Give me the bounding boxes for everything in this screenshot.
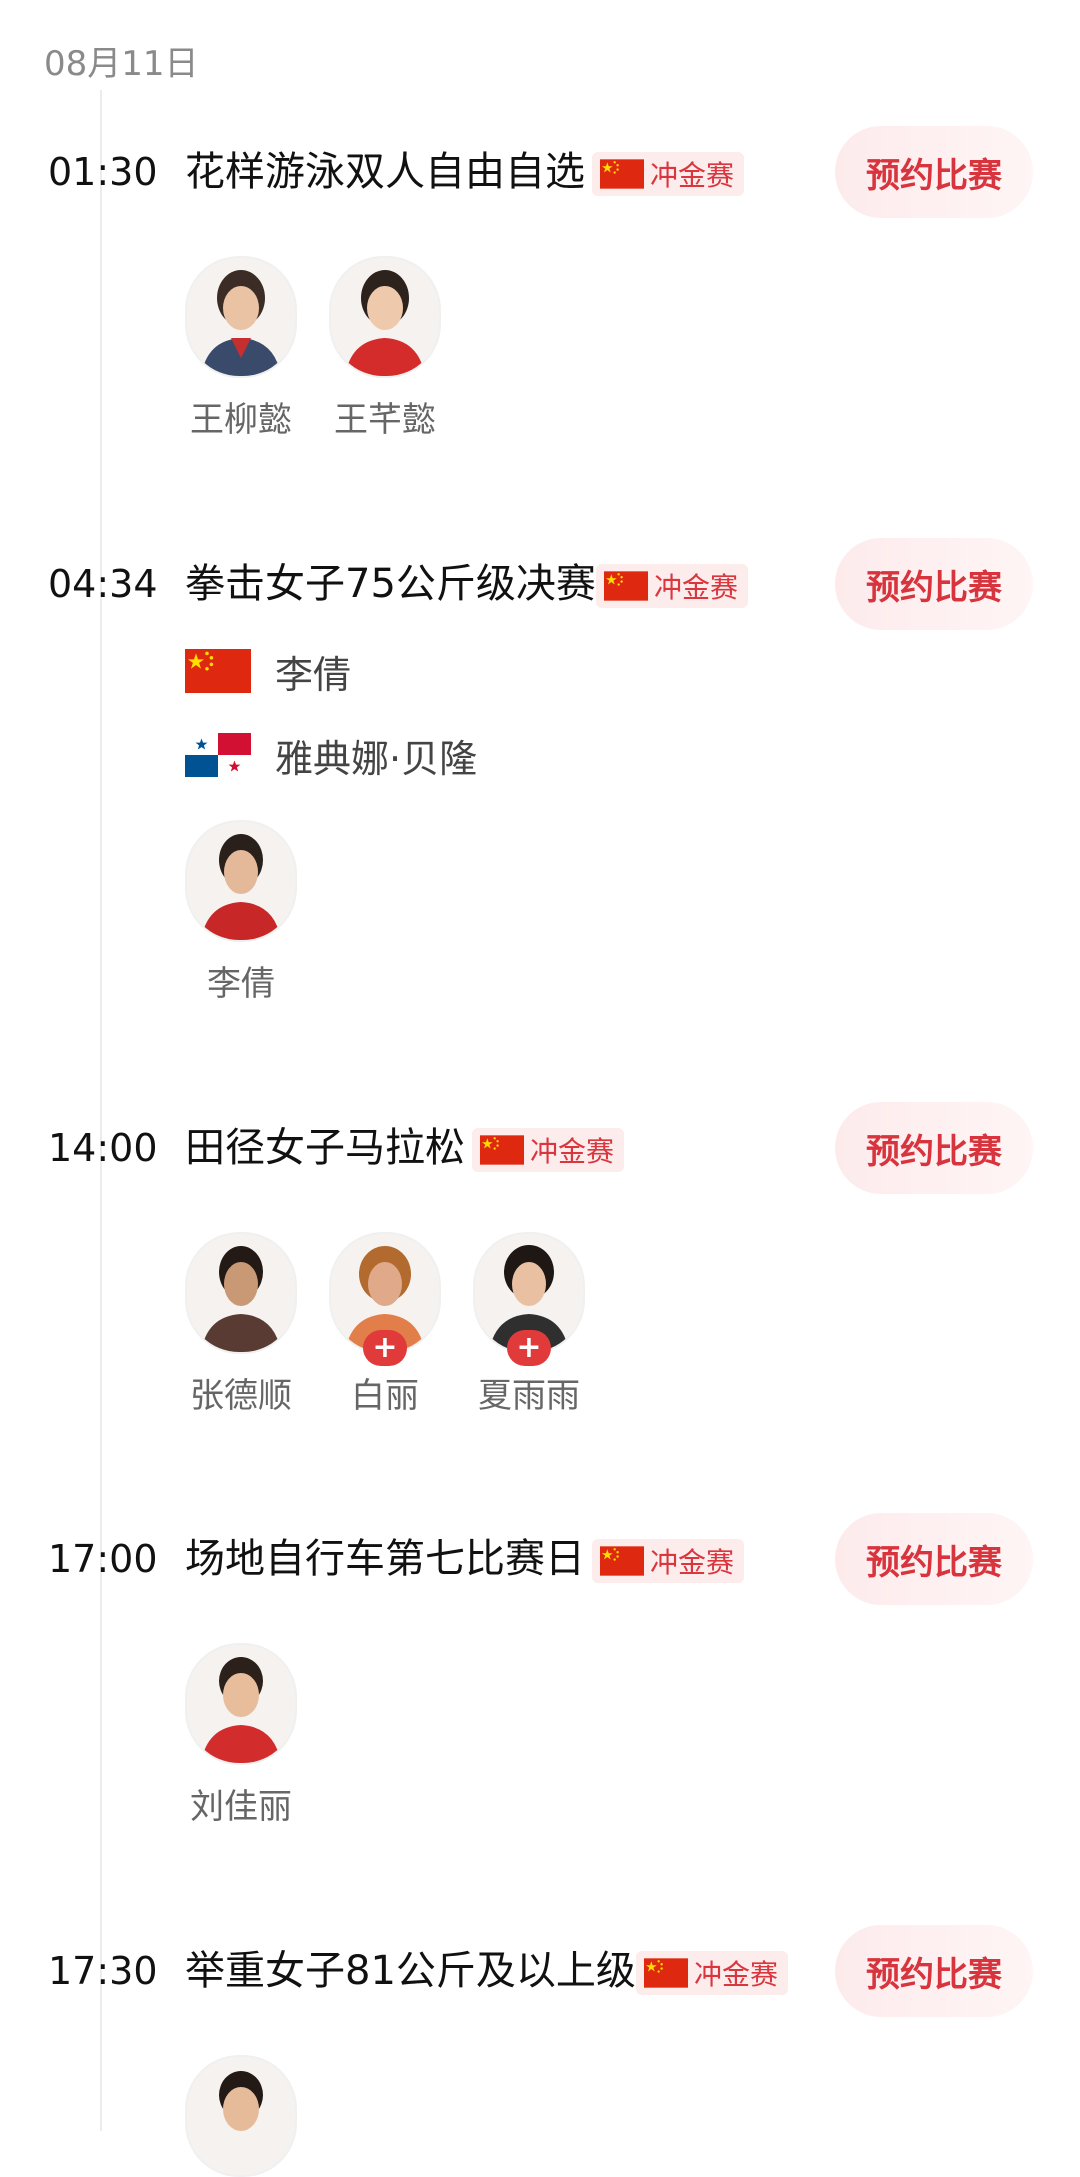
gold-race-label: 冲金赛 [650,159,735,192]
athlete-name: 刘佳丽 [190,1787,292,1827]
competitor-name: 李倩 [275,652,352,697]
china-flag-icon [480,1135,524,1165]
event-title: 场地自行车第七比赛日 [185,1536,585,1582]
athlete-list: 刘佳丽 [185,1643,297,1828]
china-flag-icon [600,159,644,189]
event-time: 17:30 [48,1949,158,1993]
athlete[interactable]: 刘佳丽 [185,1643,297,1828]
gold-race-badge: 冲金赛 [596,564,749,608]
athlete[interactable]: 李倩 [185,820,297,1005]
athlete-list: 王柳懿 王芊懿 [185,256,441,441]
reserve-match-button[interactable]: 预约比赛 [835,1102,1033,1194]
athlete[interactable] [185,2055,297,2177]
china-flag-icon [600,1546,644,1576]
athlete-avatar [185,1643,297,1765]
china-flag-icon [604,571,648,601]
matchup-row: 李倩 [185,646,352,697]
athlete[interactable]: 王柳懿 [185,256,297,441]
gold-race-label: 冲金赛 [530,1135,615,1168]
athlete[interactable]: 张德顺 [185,1232,297,1417]
athlete-avatar [185,1232,297,1354]
athlete-avatar [329,256,441,378]
gold-race-badge: 冲金赛 [592,1539,745,1583]
reserve-match-button[interactable]: 预约比赛 [835,1513,1033,1605]
switzerland-flag-icon: + [363,1330,407,1366]
athlete-name: 王芊懿 [334,400,436,440]
gold-race-label: 冲金赛 [650,1546,735,1579]
event-time: 01:30 [48,150,158,194]
event-title: 田径女子马拉松 [185,1125,465,1171]
china-flag-icon [644,1958,688,1988]
athlete-avatar [185,2055,297,2177]
event-time: 04:34 [48,562,158,606]
event-time: 14:00 [48,1126,158,1170]
timeline-line [100,90,102,2131]
gold-race-badge: 冲金赛 [592,152,745,196]
gold-race-label: 冲金赛 [694,1958,779,1991]
athlete-list: 李倩 [185,820,297,1005]
athlete[interactable]: + 白丽 [329,1232,441,1417]
athlete-name: 王柳懿 [190,400,292,440]
gold-race-label: 冲金赛 [654,571,739,604]
athlete-list: 张德顺 + 白丽 + 夏雨雨 [185,1232,585,1417]
reserve-match-button[interactable]: 预约比赛 [835,538,1033,630]
event-title: 拳击女子75公斤级决赛 [185,561,596,607]
event-title: 花样游泳双人自由自选 [185,149,585,195]
athlete-list [185,2055,297,2177]
athlete-avatar [185,256,297,378]
gold-race-badge: 冲金赛 [636,1951,789,1995]
athlete-name: 张德顺 [190,1376,292,1416]
event-title: 举重女子81公斤及以上级 [185,1948,636,1994]
reserve-match-button[interactable]: 预约比赛 [835,126,1033,218]
athlete[interactable]: + 夏雨雨 [473,1232,585,1417]
athlete-name: 白丽 [351,1376,419,1416]
competitor-name: 雅典娜·贝隆 [275,736,478,781]
panama-flag-icon [185,733,251,777]
date-header: 08月11日 [44,44,199,84]
athlete-avatar [185,820,297,942]
athlete[interactable]: 王芊懿 [329,256,441,441]
china-flag-icon [185,649,251,693]
matchup-row: 雅典娜·贝隆 [185,730,478,781]
switzerland-flag-icon: + [507,1330,551,1366]
reserve-match-button[interactable]: 预约比赛 [835,1925,1033,2017]
athlete-name: 夏雨雨 [478,1376,580,1416]
gold-race-badge: 冲金赛 [472,1128,625,1172]
athlete-name: 李倩 [207,964,275,1004]
event-time: 17:00 [48,1537,158,1581]
